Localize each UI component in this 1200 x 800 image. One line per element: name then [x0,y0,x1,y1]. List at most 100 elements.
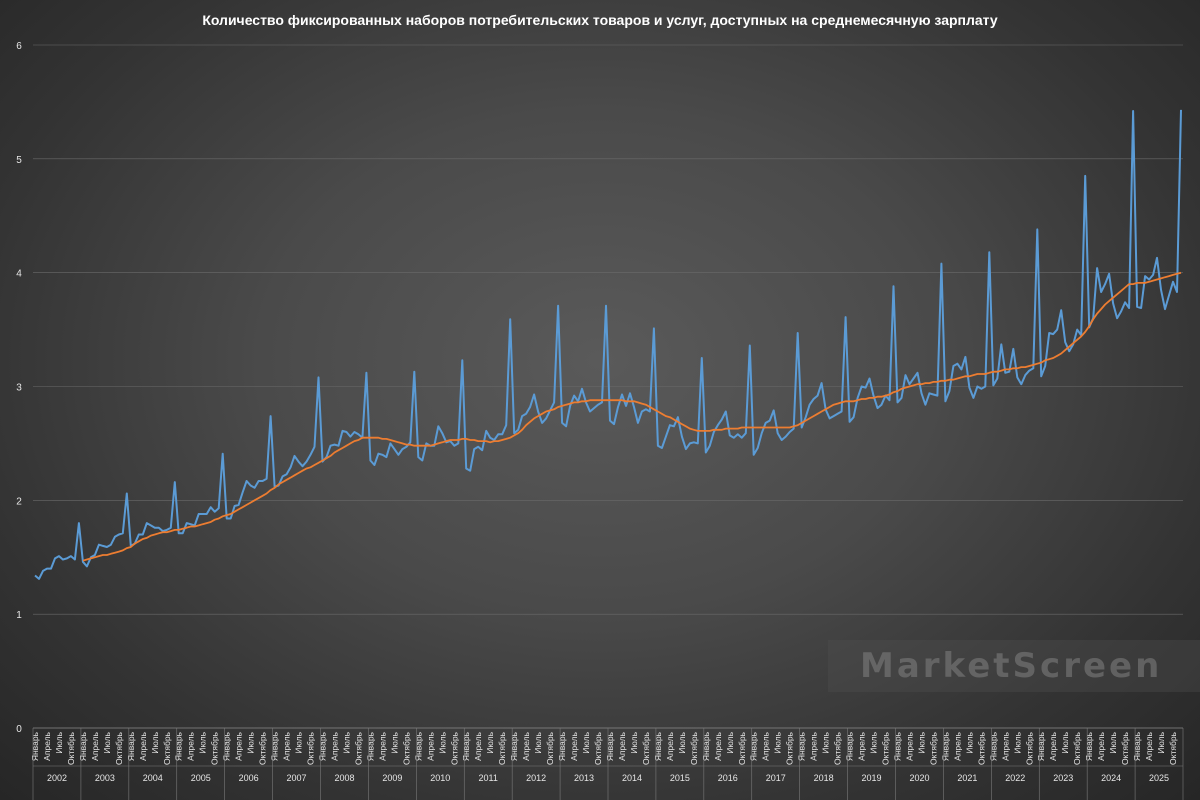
x-tick-label: Апрель [138,731,148,760]
x-tick-label: Апрель [377,731,387,760]
x-tick-label: Октябрь [497,731,507,765]
x-tick-label: Апрель [809,731,819,760]
x-tick-label: Июль [102,731,112,753]
x-tick-label: Январь [892,731,902,761]
x-tick-label: Январь [1084,731,1094,761]
x-tick-label: Октябрь [449,731,459,765]
year-label: 2021 [957,773,977,783]
year-label: 2006 [239,773,259,783]
x-tick-label: Январь [940,731,950,761]
x-tick-label: Январь [797,731,807,761]
monthly-series-line [34,109,1182,580]
year-label: 2016 [718,773,738,783]
x-tick-label: Октябрь [833,731,843,765]
x-tick-label: Январь [30,731,40,761]
year-label: 2003 [95,773,115,783]
year-label: 2008 [334,773,354,783]
year-label: 2019 [862,773,882,783]
x-tick-label: Июль [677,731,687,753]
x-tick-label: Январь [749,731,759,761]
x-tick-label: Январь [413,731,423,761]
x-tick-label: Июль [437,731,447,753]
x-tick-label: Июль [725,731,735,753]
watermark-text: MarketScreen [860,646,1163,686]
x-tick-label: Октябрь [737,731,747,765]
x-tick-label: Октябрь [1072,731,1082,765]
year-label: 2010 [430,773,450,783]
x-tick-label: Октябрь [162,731,172,765]
x-tick-label: Июль [1108,731,1118,753]
x-tick-label: Январь [701,731,711,761]
x-tick-label: Июль [629,731,639,753]
x-tick-label: Июль [389,731,399,753]
year-label: 2012 [526,773,546,783]
x-tick-label: Апрель [473,731,483,760]
x-tick-label: Октябрь [689,731,699,765]
x-tick-label: Апрель [1048,731,1058,760]
year-label: 2022 [1005,773,1025,783]
x-tick-label: Январь [126,731,136,761]
x-tick-label: Июль [485,731,495,753]
x-tick-label: Январь [270,731,280,761]
y-tick-label: 4 [16,269,22,280]
x-tick-label: Январь [653,731,663,761]
x-tick-label: Апрель [713,731,723,760]
x-tick-label: Апрель [425,731,435,760]
year-label: 2025 [1149,773,1169,783]
x-tick-label: Июль [150,731,160,753]
x-tick-label: Январь [78,731,88,761]
x-tick-label: Октябрь [1168,731,1178,765]
x-tick-label: Октябрь [401,731,411,765]
year-label: 2017 [766,773,786,783]
x-tick-label: Июль [869,731,879,753]
year-label: 2005 [191,773,211,783]
year-label: 2009 [382,773,402,783]
x-tick-label: Октябрь [66,731,76,765]
x-tick-label: Октябрь [210,731,220,765]
year-label: 2011 [479,773,498,783]
x-tick-label: Апрель [521,731,531,760]
y-tick-label: 0 [16,724,22,735]
x-tick-label: Июль [341,731,351,753]
x-tick-label: Июль [964,731,974,753]
year-label: 2002 [47,773,67,783]
x-tick-label: Июль [581,731,591,753]
year-label: 2004 [143,773,163,783]
x-tick-label: Октябрь [928,731,938,765]
x-tick-label: Январь [845,731,855,761]
x-tick-label: Январь [365,731,375,761]
x-tick-label: Октябрь [353,731,363,765]
x-tick-label: Октябрь [258,731,268,765]
year-label: 2013 [574,773,594,783]
x-tick-label: Апрель [569,731,579,760]
x-tick-label: Апрель [186,731,196,760]
x-tick-label: Январь [988,731,998,761]
y-tick-label: 5 [16,155,22,166]
x-tick-label: Октябрь [545,731,555,765]
x-tick-label: Январь [461,731,471,761]
x-tick-label: Июль [198,731,208,753]
x-tick-label: Октябрь [593,731,603,765]
x-tick-label: Январь [222,731,232,761]
x-tick-label: Октябрь [1120,731,1130,765]
x-tick-label: Июль [916,731,926,753]
x-tick-label: Апрель [42,731,52,760]
x-tick-label: Апрель [761,731,771,760]
x-tick-label: Январь [509,731,519,761]
x-tick-label: Апрель [952,731,962,760]
chart-container: Количество фиксированных наборов потреби… [0,0,1200,800]
x-tick-label: Апрель [665,731,675,760]
x-tick-label: Апрель [1000,731,1010,760]
year-label: 2024 [1101,773,1121,783]
y-tick-label: 6 [16,41,22,52]
x-tick-label: Июль [1012,731,1022,753]
y-tick-label: 3 [16,383,22,394]
year-label: 2007 [287,773,307,783]
x-tick-label: Июль [246,731,256,753]
year-label: 2015 [670,773,690,783]
watermark-logo: MarketScreen [828,640,1200,692]
x-tick-label: Апрель [234,731,244,760]
y-tick-label: 2 [16,496,22,507]
x-tick-label: Январь [605,731,615,761]
x-tick-label: Апрель [282,731,292,760]
